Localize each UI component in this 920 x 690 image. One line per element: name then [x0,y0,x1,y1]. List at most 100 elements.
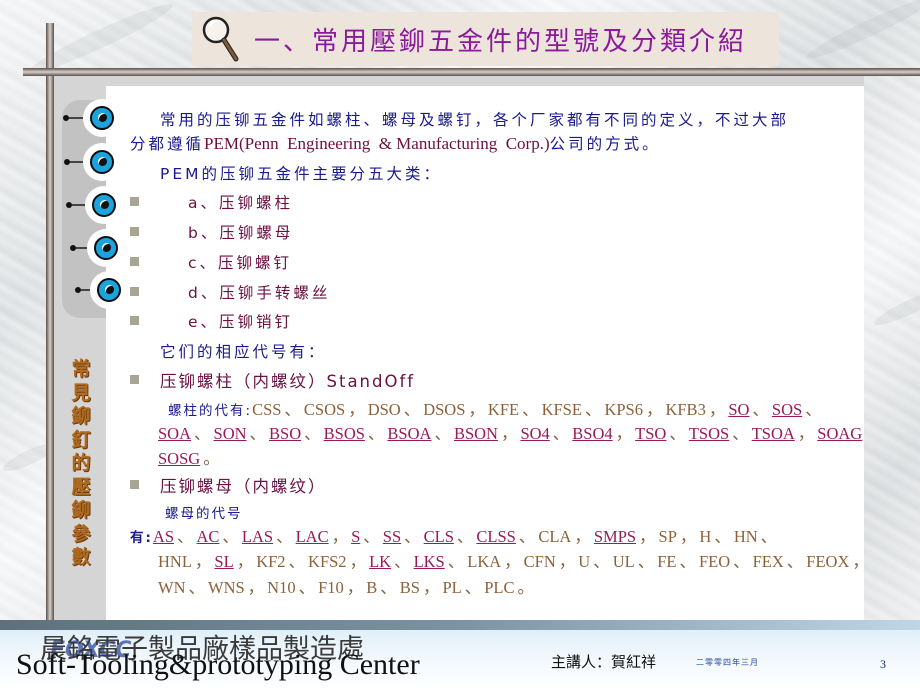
square-bullet-icon [130,227,139,236]
categories-heading: PEM的压铆五金件主要分五大类： [160,165,443,183]
nut-codes-label-2: 有: [130,530,153,546]
code-text: F10 [318,578,344,597]
code-link[interactable]: TSOA [752,424,795,443]
separator: 、 [752,400,769,419]
code-link[interactable]: LK [369,552,391,571]
separator: 、 [188,578,206,597]
code-link[interactable]: S [351,527,360,546]
separator: 、 [249,424,267,443]
separator: 、 [177,527,194,546]
separator: 、 [404,527,421,546]
title-bar: 一、常用壓鉚五金件的型號及分類介紹 [192,12,779,66]
code-link[interactable]: SON [214,424,247,443]
code-text: CSS [252,400,282,419]
codes-heading: 它们的相应代号有： [160,343,327,361]
code-link[interactable]: TSOS [689,424,729,443]
code-link[interactable]: SS [383,527,401,546]
separator: ， [331,527,349,546]
code-link[interactable]: BSON [454,424,498,443]
code-link[interactable]: SOA [158,424,191,443]
code-text: KPS6 [604,400,643,419]
standoff-codes-line-3: SOSG。 [158,445,223,469]
square-bullet-icon [130,480,139,489]
intro-line-1: 常用的压铆五金件如螺柱、螺母及螺钉，各个厂家都有不同的定义，不过大部 [160,111,790,129]
eye-bullet [70,229,125,267]
sidebar-vertical-label: 常見鉚釘的壓鉚參數 [66,358,96,570]
square-bullet-icon [130,197,139,206]
code-link[interactable]: BSOS [324,424,365,443]
square-bullet-icon [130,316,139,325]
code-text: CSOS [303,400,346,419]
code-link[interactable]: LAS [242,527,273,546]
code-link[interactable]: SMPS [594,527,636,546]
code-link[interactable]: TSO [635,424,666,443]
code-text: FEOX [806,552,850,571]
vertical-rule [46,23,54,620]
code-text: U [578,552,591,571]
separator: 。 [517,578,535,597]
separator: ， [679,527,697,546]
separator: 、 [584,400,602,419]
separator: ， [639,527,656,546]
square-bullet-icon [130,257,139,266]
separator: ， [348,400,365,419]
vertical-label-char: 參 [71,522,91,545]
pem-full-name: PEM(Penn Engineering & Manufacturing Cor… [204,134,550,153]
standoff-codes-line-1: 螺柱的代有:CSS、 CSOS， DSO、 DSOS， KFE、 KFSE、 KPS6， KF… [168,396,825,420]
code-text: FE [657,552,677,571]
intro-line-2-tail: 公司的方式。 [549,135,661,153]
code-link[interactable]: AC [197,527,220,546]
code-text: SP [658,527,677,546]
code-link[interactable]: SOS [772,400,802,419]
code-link[interactable]: SOAG [817,424,862,443]
separator: 、 [298,578,316,597]
connector-line [70,161,83,163]
code-link[interactable]: LKS [414,552,445,571]
code-text: B [366,578,378,597]
vertical-label-char: 鉚 [71,405,91,427]
code-text: H [699,527,712,546]
eye-bullet-icon [90,150,114,174]
code-text: KFSE [541,400,582,419]
separator: ， [194,552,212,571]
separator: ， [797,424,815,443]
separator: 、 [552,424,570,443]
eye-holder [85,186,123,224]
separator: ， [558,552,576,571]
code-text: KFS2 [308,552,347,571]
separator: ， [468,400,485,419]
code-text: HN [733,527,758,546]
vertical-label-char: 數 [71,546,91,568]
standoff-codes-line-2: SOA、 SON、 BSO、 BSOS、 BSOA、 BSON， SO4、 BSO4， TSO、… [158,420,862,444]
speaker: 主講人：賀紅祥 [551,653,657,671]
code-link[interactable]: SO [728,400,749,419]
code-link[interactable]: LAC [296,527,329,546]
separator: 、 [760,527,778,546]
code-text: DSOS [423,400,466,419]
code-link[interactable]: AS [153,527,174,546]
code-link[interactable]: CLSS [476,527,515,546]
separator: ， [349,552,367,571]
code-link[interactable]: SL [214,552,233,571]
separator: ， [346,578,364,597]
code-link[interactable]: BSO [269,424,301,443]
nut-codes-label: 螺母的代号 [165,506,243,522]
separator: ， [422,578,440,597]
separator: 、 [732,424,749,443]
code-text: DSO [367,400,401,419]
separator: ， [504,552,521,571]
code-link[interactable]: BSO4 [572,424,612,443]
code-link[interactable]: CLS [424,527,454,546]
separator: 、 [679,552,696,571]
standoff-codes-label: 螺柱的代有: [168,403,253,419]
code-link[interactable]: BSOA [387,424,431,443]
separator: 、 [518,527,536,546]
separator: 、 [222,527,239,546]
code-link[interactable]: SO4 [520,424,549,443]
separator: ， [500,424,518,443]
code-text: KF2 [256,552,286,571]
separator: 、 [367,424,385,443]
code-link[interactable]: SOSG [158,449,200,468]
square-bullet-icon [130,287,139,296]
separator: 、 [284,400,301,419]
